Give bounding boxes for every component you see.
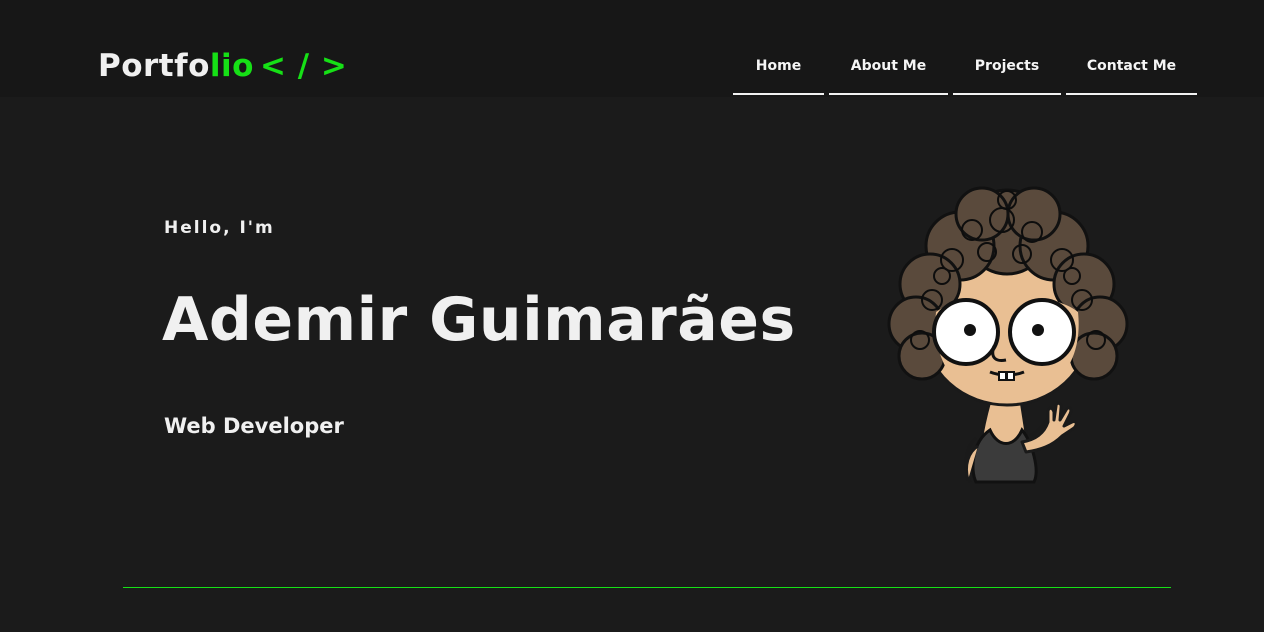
avatar-body <box>964 392 1078 484</box>
nav-contact-me[interactable]: Contact Me <box>1066 48 1197 95</box>
hero-name: Ademir Guimarães <box>162 285 796 355</box>
nav-home[interactable]: Home <box>733 48 824 95</box>
logo-text-primary: Portfo <box>98 48 210 84</box>
logo-text-accent: lio <box>209 48 254 84</box>
logo-code-symbol: < / > <box>259 48 348 84</box>
hero-role: Web Developer <box>164 414 344 438</box>
hero-greeting: Hello, I'm <box>164 218 275 238</box>
site-header: Portfolio < / > Home About Me Projects Co… <box>0 0 1264 97</box>
nav-projects[interactable]: Projects <box>953 48 1061 95</box>
site-logo[interactable]: Portfolio < / > <box>98 47 347 85</box>
section-divider <box>123 587 1171 588</box>
avatar-illustration <box>887 186 1129 484</box>
nav-about-me[interactable]: About Me <box>829 48 948 95</box>
